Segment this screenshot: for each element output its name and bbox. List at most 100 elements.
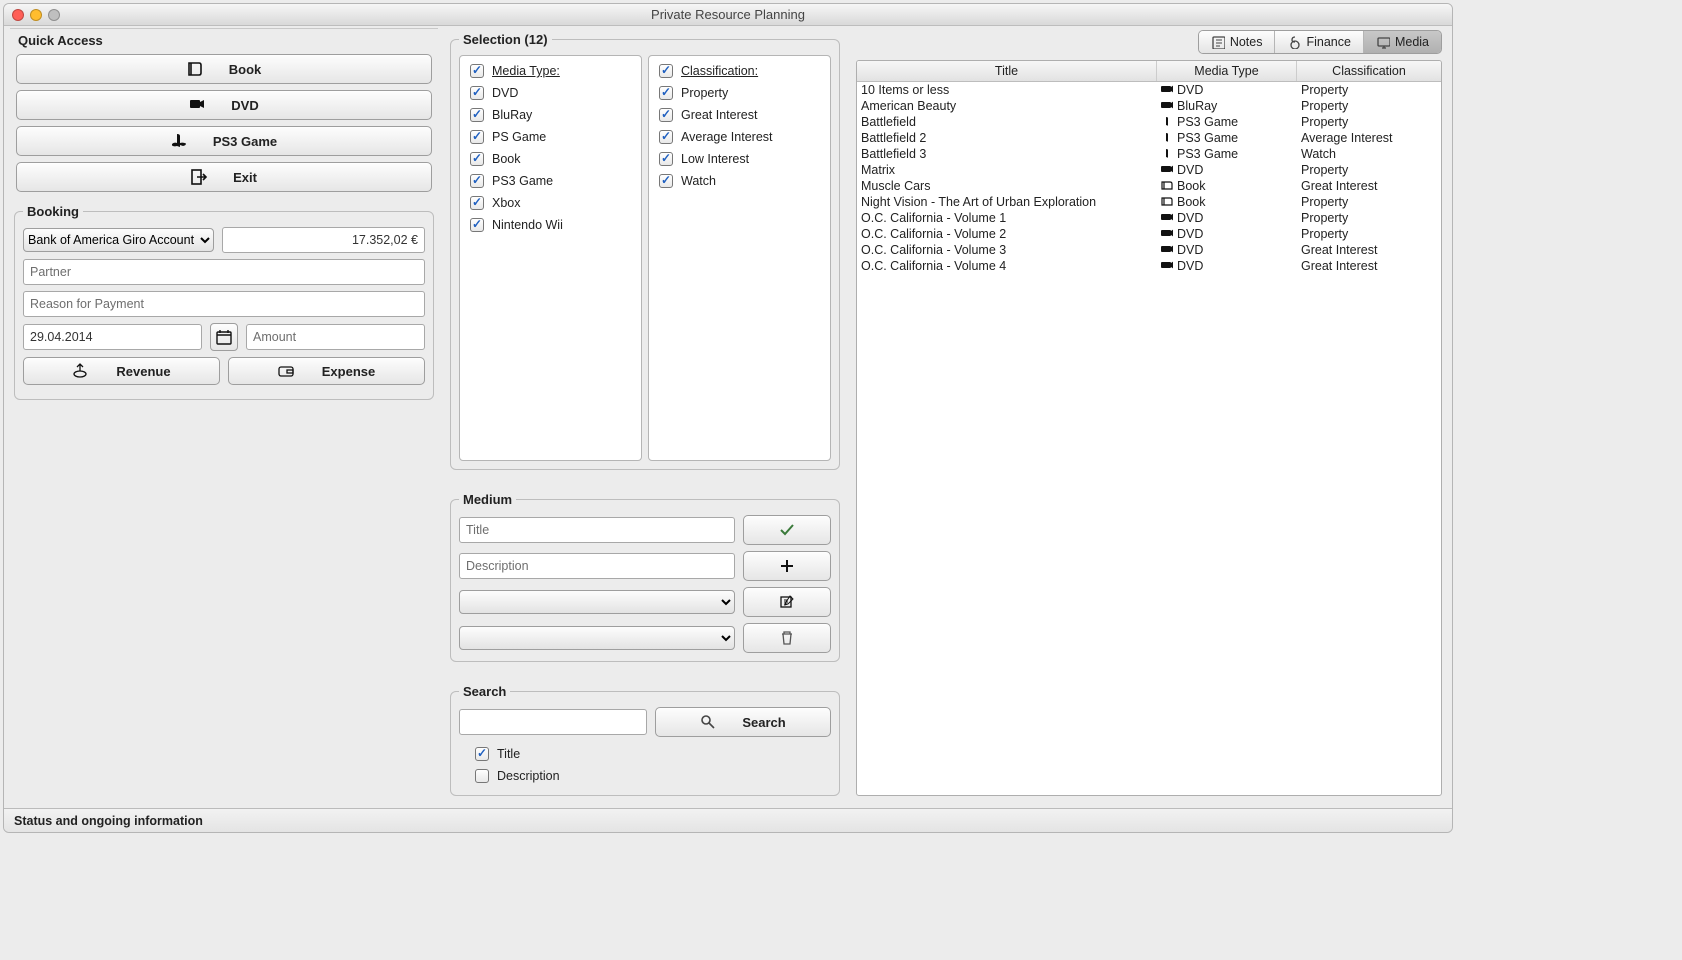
media-type-item[interactable]: BluRay — [466, 104, 635, 126]
plus-icon — [779, 558, 795, 574]
cell-title: O.C. California - Volume 3 — [857, 242, 1157, 258]
media-type-heading: Media Type: — [492, 64, 560, 78]
medium-delete-button[interactable] — [743, 623, 831, 653]
mediatype-icon — [1161, 101, 1173, 111]
date-input[interactable] — [23, 324, 202, 350]
tab-finance[interactable]: Finance — [1275, 31, 1363, 53]
tab-media-label: Media — [1395, 35, 1429, 49]
search-section: Search Search Title Description — [450, 684, 840, 796]
cell-classification: Property — [1297, 98, 1441, 114]
mediatype-icon — [1161, 133, 1173, 143]
search-input[interactable] — [459, 709, 647, 735]
note-icon — [1211, 35, 1225, 49]
cell-title: Battlefield — [857, 114, 1157, 130]
status-bar: Status and ongoing information — [4, 808, 1452, 832]
search-title-label: Title — [497, 747, 520, 761]
search-button[interactable]: Search — [655, 707, 831, 737]
table-row[interactable]: BattlefieldPS3 GameProperty — [857, 114, 1441, 130]
search-description-checkbox[interactable]: Description — [471, 765, 831, 787]
table-row[interactable]: Night Vision - The Art of Urban Explorat… — [857, 194, 1441, 210]
tab-notes[interactable]: Notes — [1199, 31, 1276, 53]
mediatype-icon — [1161, 213, 1173, 223]
partner-input[interactable] — [23, 259, 425, 285]
mediatype-icon — [1161, 261, 1173, 271]
calendar-button[interactable] — [210, 323, 238, 351]
cell-mediatype: Book — [1157, 178, 1297, 194]
classification-item-label: Low Interest — [681, 152, 749, 166]
media-type-item[interactable]: PS3 Game — [466, 170, 635, 192]
account-select[interactable]: Bank of America Giro Account — [23, 228, 214, 252]
quick-book-button[interactable]: Book — [16, 54, 432, 84]
tab-media[interactable]: Media — [1364, 31, 1441, 53]
media-type-item[interactable]: Xbox — [466, 192, 635, 214]
medium-add-button[interactable] — [743, 551, 831, 581]
col-classification-header[interactable]: Classification — [1297, 61, 1441, 81]
window-title: Private Resource Planning — [4, 7, 1452, 22]
table-row[interactable]: MatrixDVDProperty — [857, 162, 1441, 178]
media-type-all-checkbox[interactable]: Media Type: — [466, 60, 635, 82]
classification-item[interactable]: Great Interest — [655, 104, 824, 126]
quick-exit-label: Exit — [233, 170, 257, 185]
tabs: Notes Finance Media — [852, 28, 1446, 56]
revenue-button[interactable]: Revenue — [23, 357, 220, 385]
cell-mediatype: BluRay — [1157, 98, 1297, 114]
table-row[interactable]: Battlefield 3PS3 GameWatch — [857, 146, 1441, 162]
media-type-item[interactable]: DVD — [466, 82, 635, 104]
table-row[interactable]: O.C. California - Volume 1DVDProperty — [857, 210, 1441, 226]
search-title-checkbox[interactable]: Title — [471, 743, 831, 765]
table-row[interactable]: Muscle CarsBookGreat Interest — [857, 178, 1441, 194]
medium-header: Medium — [459, 492, 516, 507]
classification-item[interactable]: Average Interest — [655, 126, 824, 148]
media-type-item[interactable]: PS Game — [466, 126, 635, 148]
tab-finance-label: Finance — [1306, 35, 1350, 49]
medium-title-input[interactable] — [459, 517, 735, 543]
medium-type-select[interactable] — [459, 590, 735, 614]
quick-ps3-label: PS3 Game — [213, 134, 277, 149]
balance-field[interactable] — [222, 227, 425, 253]
reason-input[interactable] — [23, 291, 425, 317]
classification-item[interactable]: Property — [655, 82, 824, 104]
media-table: Title Media Type Classification 10 Items… — [856, 60, 1442, 796]
classification-item-label: Watch — [681, 174, 716, 188]
media-type-item[interactable]: Book — [466, 148, 635, 170]
col-title-header[interactable]: Title — [857, 61, 1157, 81]
quick-exit-button[interactable]: Exit — [16, 162, 432, 192]
media-type-item-label: PS Game — [492, 130, 546, 144]
amount-input[interactable] — [246, 324, 425, 350]
medium-edit-button[interactable] — [743, 587, 831, 617]
table-row[interactable]: O.C. California - Volume 3DVDGreat Inter… — [857, 242, 1441, 258]
classification-all-checkbox[interactable]: Classification: — [655, 60, 824, 82]
table-row[interactable]: American BeautyBluRayProperty — [857, 98, 1441, 114]
classification-pane: Classification: PropertyGreat InterestAv… — [648, 55, 831, 461]
expense-button[interactable]: Expense — [228, 357, 425, 385]
table-row[interactable]: Battlefield 2PS3 GameAverage Interest — [857, 130, 1441, 146]
selection-section: Selection (12) Media Type: DVDBluRayPS G… — [450, 32, 840, 470]
table-row[interactable]: 10 Items or lessDVDProperty — [857, 82, 1441, 98]
cell-mediatype: DVD — [1157, 258, 1297, 274]
search-icon — [700, 714, 716, 730]
medium-description-input[interactable] — [459, 553, 735, 579]
classification-item[interactable]: Low Interest — [655, 148, 824, 170]
cell-classification: Watch — [1297, 146, 1441, 162]
medium-confirm-button[interactable] — [743, 515, 831, 545]
media-type-item-label: BluRay — [492, 108, 532, 122]
cell-title: American Beauty — [857, 98, 1157, 114]
expense-label: Expense — [322, 364, 375, 379]
quick-ps3-button[interactable]: PS3 Game — [16, 126, 432, 156]
cell-title: Battlefield 3 — [857, 146, 1157, 162]
cell-mediatype: DVD — [1157, 242, 1297, 258]
cell-mediatype: PS3 Game — [1157, 114, 1297, 130]
mediatype-icon — [1161, 149, 1173, 159]
classification-item[interactable]: Watch — [655, 170, 824, 192]
calendar-icon — [216, 329, 232, 345]
cell-classification: Average Interest — [1297, 130, 1441, 146]
quick-dvd-button[interactable]: DVD — [16, 90, 432, 120]
media-type-item[interactable]: Nintendo Wii — [466, 214, 635, 236]
col-mediatype-header[interactable]: Media Type — [1157, 61, 1297, 81]
table-row[interactable]: O.C. California - Volume 4DVDGreat Inter… — [857, 258, 1441, 274]
table-row[interactable]: O.C. California - Volume 2DVDProperty — [857, 226, 1441, 242]
medium-class-select[interactable] — [459, 626, 735, 650]
tab-notes-label: Notes — [1230, 35, 1263, 49]
media-type-pane: Media Type: DVD BluRay PS Game BookPS3 Game… — [459, 55, 642, 461]
cell-title: 10 Items or less — [857, 82, 1157, 98]
